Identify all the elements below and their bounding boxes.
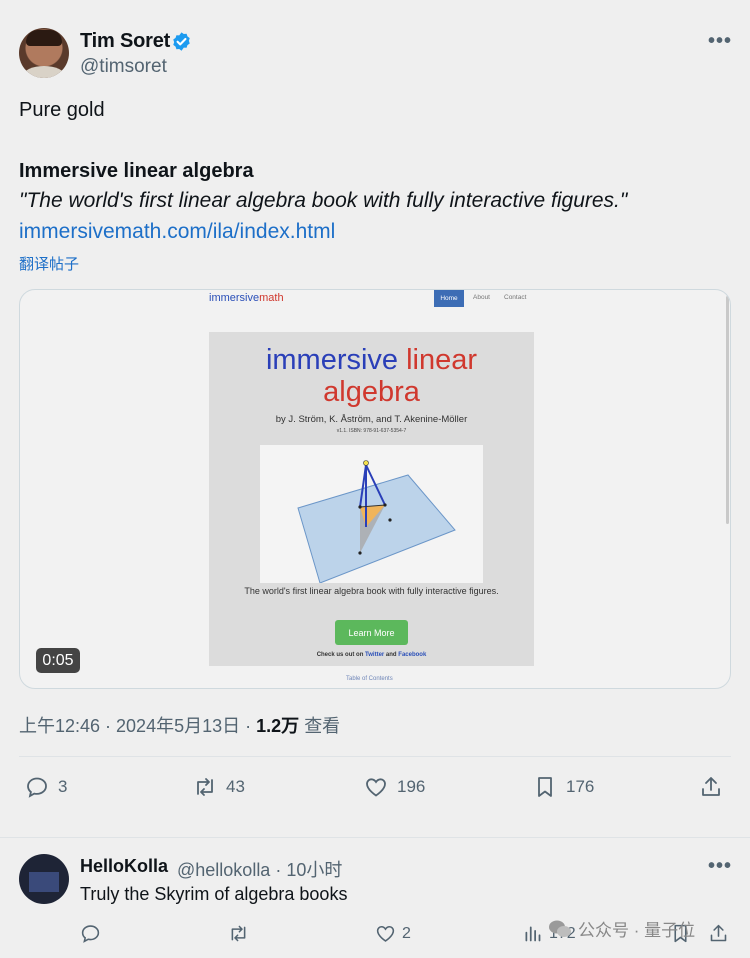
share-icon — [702, 777, 720, 796]
author-handle[interactable]: @timsoret — [80, 56, 167, 78]
social-links: Check us out on Twitter and Facebook — [316, 652, 427, 658]
heart-icon — [366, 778, 386, 797]
reply-handle-time[interactable]: @hellokolla · 10小时 — [177, 856, 342, 882]
page-scrollbar — [726, 296, 729, 524]
heart-icon — [376, 925, 395, 942]
book-authors: by J. Ström, K. Åström, and T. Akenine-M… — [275, 414, 468, 425]
bookmark-button[interactable]: 176 — [533, 775, 594, 799]
reply-text: Truly the Skyrim of algebra books — [80, 884, 348, 904]
tweet-meta: 上午12:46 · 2024年5月13日 · 1.2万 查看 — [19, 716, 341, 736]
tweet-link[interactable]: immersivemath.com/ila/index.html — [19, 220, 335, 244]
book-tagline: The world's first linear algebra book wi… — [244, 586, 499, 596]
bookmark-icon — [538, 777, 552, 797]
like-button[interactable]: 196 — [364, 775, 425, 799]
hero-title: immersive linear algebra — [265, 344, 478, 408]
hero-panel: immersive linear algebra by J. Ström, K.… — [209, 332, 534, 666]
interactive-figure — [260, 445, 483, 584]
site-logo: immersivemath — [209, 292, 284, 304]
share-button[interactable] — [699, 775, 732, 799]
table-of-contents-link: Table of Contents — [346, 676, 393, 682]
reply-more-options-icon[interactable]: ••• — [708, 855, 732, 878]
video-duration: 0:05 — [36, 648, 80, 673]
verified-badge-icon — [173, 32, 190, 51]
views-count: 1.2万 — [256, 716, 300, 736]
reply-reply-button[interactable] — [80, 923, 107, 944]
retweet-icon — [231, 925, 246, 942]
reply-share-button[interactable] — [708, 923, 735, 944]
more-options-icon[interactable]: ••• — [708, 30, 732, 53]
author-avatar[interactable] — [19, 28, 69, 78]
nav-contact: Contact — [504, 294, 527, 301]
tweet-text: Pure gold — [19, 99, 105, 121]
author-name[interactable]: Tim Soret — [80, 30, 170, 53]
reply-retweet-button[interactable] — [228, 923, 255, 944]
nav-home: Home — [434, 290, 464, 307]
learn-more-button: Learn More — [335, 620, 408, 645]
views-chart-icon — [525, 926, 541, 942]
reply-like-button[interactable]: 2 — [375, 923, 411, 944]
divider — [19, 756, 731, 757]
reply-button[interactable]: 3 — [25, 775, 67, 799]
reply-author-name[interactable]: HelloKolla — [80, 856, 168, 877]
card-quote: "The world's first linear algebra book w… — [19, 189, 628, 212]
nav-about: About — [473, 294, 490, 301]
video-player[interactable]: immersivemath Home About Contact immersi… — [19, 289, 731, 689]
book-isbn: v1.1. ISBN: 978-91-637-5354-7 — [336, 428, 407, 434]
card-title: Immersive linear algebra — [19, 160, 254, 182]
retweet-icon — [197, 778, 213, 796]
translate-post-link[interactable]: 翻译帖子 — [19, 253, 79, 274]
reply-avatar[interactable] — [19, 854, 69, 904]
reply-icon — [81, 925, 100, 943]
wechat-watermark: 公众号 · 量子位 — [548, 916, 695, 941]
divider — [0, 837, 750, 838]
share-icon — [710, 924, 727, 942]
reply-icon — [27, 777, 47, 798]
wechat-icon — [549, 920, 571, 937]
retweet-button[interactable]: 43 — [193, 775, 245, 799]
